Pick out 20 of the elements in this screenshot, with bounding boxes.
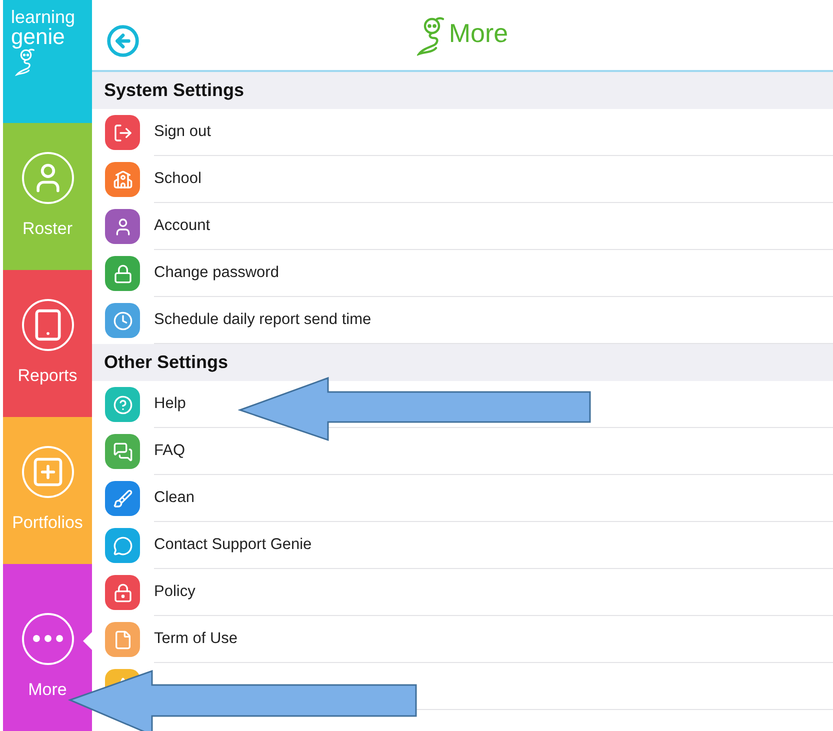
settings-row[interactable]: Account [92,203,833,250]
nav-tab[interactable]: More [3,564,92,731]
settings-row[interactable]: Policy [92,569,833,616]
logo-text: genie [11,26,65,48]
settings-row[interactable]: School [92,156,833,203]
genie-logo-icon [416,14,447,56]
back-button[interactable] [106,24,140,58]
genie-logo-icon [15,48,37,76]
more-icon [32,635,62,642]
selection-notch [83,632,92,650]
logo-text: learning [11,8,76,26]
section-header: System Settings [92,72,833,109]
settings-row[interactable]: Clean [92,475,833,522]
section-header: Other Settings [92,344,833,381]
settings-row[interactable]: Term of Use [92,616,833,663]
settings-row[interactable]: Contact Support Genie [92,522,833,569]
settings-row[interactable]: Sign out [92,109,833,156]
page-title: More [448,16,508,50]
settings-row[interactable]: Change password [92,250,833,297]
nav-tab[interactable]: Reports [3,270,92,417]
